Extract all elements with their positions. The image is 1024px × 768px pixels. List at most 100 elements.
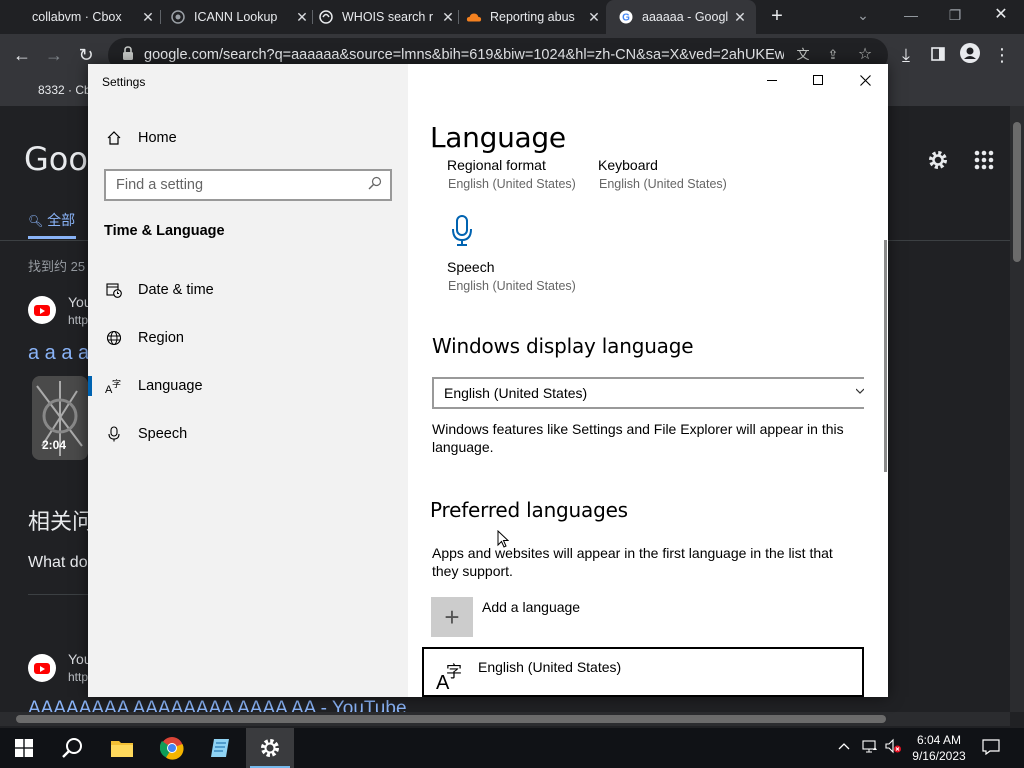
- result-title-link[interactable]: a a a a: [28, 342, 89, 365]
- related-question[interactable]: What do: [28, 554, 88, 572]
- side-panel-icon[interactable]: [926, 43, 950, 67]
- restore-icon[interactable]: ❐: [940, 4, 970, 26]
- svg-text:字: 字: [112, 378, 121, 390]
- profile-avatar-icon[interactable]: [958, 43, 982, 67]
- chrome-icon[interactable]: [148, 728, 196, 768]
- close-icon[interactable]: ✕: [586, 9, 602, 26]
- settings-window: Settings Home Time & Language Date & tim…: [88, 64, 888, 697]
- tab-all[interactable]: 🔍︎ 全部: [28, 210, 75, 230]
- search-icon: 🔍︎: [28, 214, 44, 228]
- download-icon[interactable]: ⤓: [894, 43, 918, 67]
- browser-tab-strip: collabvm · Cbox ✕ ICANN Lookup ✕ WHOIS s…: [0, 0, 1024, 34]
- volume-muted-icon[interactable]: [884, 738, 902, 757]
- close-icon[interactable]: ✕: [732, 9, 748, 26]
- scrollbar-thumb[interactable]: [16, 715, 886, 723]
- menu-kebab-icon[interactable]: ⋮: [990, 43, 1014, 67]
- settings-app-icon[interactable]: [246, 728, 294, 768]
- related-heading: 相关问: [28, 509, 95, 534]
- add-language-button[interactable]: Add a language: [482, 599, 580, 615]
- back-icon[interactable]: ←: [10, 43, 34, 67]
- sidebar-item-label: Language: [138, 378, 203, 394]
- page-vertical-scrollbar[interactable]: [1010, 106, 1024, 712]
- video-thumbnail[interactable]: 2:04: [32, 376, 88, 460]
- bookmark-star-icon[interactable]: ☆: [856, 46, 874, 64]
- regional-format-value: English (United States): [448, 177, 576, 191]
- whois-favicon-icon: [318, 9, 334, 25]
- tab-collabvm[interactable]: collabvm · Cbox ✕: [12, 0, 156, 34]
- minimize-icon[interactable]: —: [896, 4, 926, 26]
- page-horizontal-scrollbar[interactable]: [0, 712, 1010, 726]
- find-setting-search[interactable]: [104, 169, 392, 201]
- sidebar-item-home[interactable]: Home: [88, 118, 408, 158]
- search-icon[interactable]: [368, 176, 382, 195]
- sidebar-item-language[interactable]: A字 Language: [88, 366, 408, 406]
- sidebar-item-speech[interactable]: Speech: [88, 414, 408, 454]
- scrollbar-thumb[interactable]: [1013, 122, 1021, 262]
- display-language-dropdown[interactable]: English (United States): [432, 377, 865, 409]
- system-clock[interactable]: 6:04 AM 9/16/2023: [904, 732, 974, 764]
- start-button[interactable]: [0, 728, 48, 768]
- add-icon[interactable]: +: [431, 597, 473, 637]
- taskbar: 6:04 AM 9/16/2023: [0, 728, 1024, 768]
- network-icon[interactable]: [862, 738, 878, 757]
- tab-divider: [458, 10, 459, 24]
- tab-indicator: [28, 236, 76, 239]
- new-tab-button[interactable]: +: [766, 6, 788, 28]
- speech-value: English (United States): [448, 279, 576, 293]
- tab-reporting-abuse[interactable]: Reporting abus ✕: [466, 0, 602, 34]
- language-list-item[interactable]: A字 English (United States): [422, 647, 864, 697]
- regional-format-link[interactable]: Regional format: [447, 157, 546, 173]
- keyboard-link[interactable]: Keyboard: [598, 157, 658, 173]
- sidebar-item-region[interactable]: Region: [88, 318, 408, 358]
- favicon: [12, 9, 28, 25]
- file-explorer-icon[interactable]: [98, 728, 146, 768]
- svg-text:字: 字: [446, 662, 462, 681]
- tab-whois[interactable]: WHOIS search r ✕: [318, 0, 456, 34]
- tab-title: Reporting abus: [490, 10, 575, 24]
- close-window-icon[interactable]: ✕: [986, 4, 1016, 26]
- speech-microphone-icon[interactable]: [450, 214, 474, 253]
- tab-title: ICANN Lookup: [194, 10, 278, 24]
- tab-icann[interactable]: ICANN Lookup ✕: [170, 0, 310, 34]
- apps-grid-icon[interactable]: [974, 150, 994, 175]
- home-icon: [104, 130, 124, 146]
- result-title-link[interactable]: AAAAAAAA AAAAAAAA AAAA AA - YouTube: [28, 698, 407, 712]
- youtube-icon: [28, 296, 56, 324]
- translate-icon[interactable]: 文: [794, 46, 812, 64]
- find-setting-input[interactable]: [116, 177, 368, 193]
- microphone-icon: [104, 426, 124, 442]
- tab-title: collabvm · Cbox: [32, 10, 122, 24]
- lock-icon[interactable]: [122, 45, 134, 65]
- calendar-clock-icon: [104, 282, 124, 298]
- notepad-app-icon[interactable]: [196, 728, 244, 768]
- search-button[interactable]: [48, 728, 96, 768]
- tab-google-search[interactable]: G aaaaaa - Googl ✕: [606, 0, 756, 34]
- sidebar-item-date-time[interactable]: Date & time: [88, 270, 408, 310]
- notifications-icon[interactable]: [982, 739, 1000, 758]
- tab-search-icon[interactable]: ⌄: [848, 4, 878, 26]
- svg-text:G: G: [622, 13, 630, 24]
- bookmark-item[interactable]: 8332 · Cb: [38, 83, 91, 97]
- divider: [28, 594, 88, 595]
- sidebar-item-label: Home: [138, 130, 177, 146]
- display-language-description: Windows features like Settings and File …: [432, 421, 844, 455]
- google-favicon-icon: G: [618, 9, 634, 25]
- sidebar-item-label: Date & time: [138, 282, 214, 298]
- settings-gear-icon[interactable]: [926, 148, 950, 177]
- forward-icon[interactable]: →: [42, 43, 66, 67]
- chevron-up-icon[interactable]: [838, 738, 850, 753]
- language-item-label: English (United States): [478, 659, 622, 675]
- close-icon[interactable]: ✕: [294, 9, 310, 26]
- close-icon[interactable]: ✕: [140, 9, 156, 26]
- url-text: google.com/search?q=aaaaaa&source=lmns&b…: [144, 47, 784, 63]
- sidebar-section-title: Time & Language: [104, 223, 225, 239]
- clock-time: 6:04 AM: [916, 733, 962, 747]
- content-scrollbar[interactable]: [884, 240, 887, 472]
- close-icon[interactable]: ✕: [440, 9, 456, 26]
- tab-divider: [160, 10, 161, 24]
- language-icon: A字: [104, 378, 124, 394]
- settings-sidebar: Settings Home Time & Language Date & tim…: [88, 64, 408, 697]
- settings-content: Language Regional format English (United…: [408, 64, 888, 697]
- share-icon[interactable]: ⇪: [824, 46, 842, 64]
- speech-link[interactable]: Speech: [447, 259, 494, 275]
